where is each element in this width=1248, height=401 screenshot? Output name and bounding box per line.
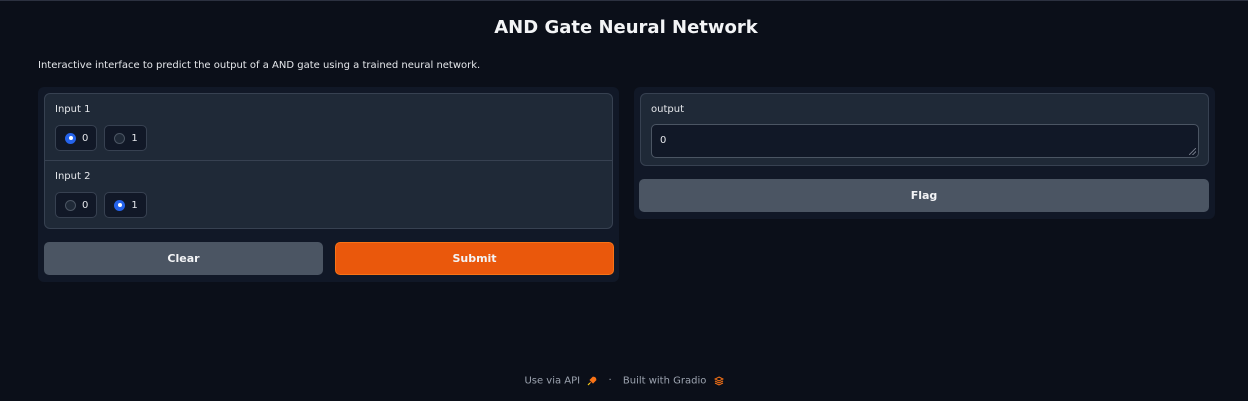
built-with-gradio-link[interactable]: Built with Gradio <box>622 375 724 387</box>
input1-option-0[interactable]: 0 <box>55 125 98 151</box>
page-description: Interactive interface to predict the out… <box>38 60 481 71</box>
radio-unchecked-icon <box>65 199 76 211</box>
output-block: output 0 <box>640 93 1209 166</box>
footer: Use via API · Built with Gradio <box>0 375 1248 387</box>
input2-label: Input 2 <box>55 171 91 182</box>
output-panel: output 0 Flag <box>634 87 1215 219</box>
inputs-block: Input 1 0 1 Input 2 0 1 <box>44 93 613 229</box>
rocket-icon <box>587 376 597 385</box>
page-title: AND Gate Neural Network <box>494 17 758 38</box>
radio-checked-icon <box>114 199 126 211</box>
divider <box>45 160 612 161</box>
resize-handle-icon[interactable] <box>1189 148 1196 155</box>
use-via-api-link[interactable]: Use via API <box>524 375 600 387</box>
flag-button[interactable]: Flag <box>639 179 1209 212</box>
input1-label: Input 1 <box>55 104 91 115</box>
input2-option-1[interactable]: 1 <box>104 192 147 218</box>
input1-option-0-label: 0 <box>82 132 89 144</box>
footer-separator: · <box>608 375 612 387</box>
built-with-gradio-text: Built with Gradio <box>622 375 707 386</box>
gradio-logo-icon <box>713 375 724 386</box>
output-textbox[interactable]: 0 <box>651 124 1199 158</box>
use-via-api-text: Use via API <box>524 375 581 386</box>
radio-unchecked-icon <box>114 132 126 144</box>
input2-option-0-label: 0 <box>82 199 89 211</box>
output-value: 0 <box>660 135 667 146</box>
input1-option-1[interactable]: 1 <box>104 125 147 151</box>
input-panel: Input 1 0 1 Input 2 0 1 Clear Submit <box>38 87 619 282</box>
clear-button[interactable]: Clear <box>44 242 323 275</box>
input1-radio-group: 0 1 <box>55 125 147 151</box>
input1-option-1-label: 1 <box>131 132 138 144</box>
input2-option-1-label: 1 <box>131 199 138 211</box>
radio-checked-icon <box>65 132 76 144</box>
submit-button[interactable]: Submit <box>335 242 614 275</box>
input2-option-0[interactable]: 0 <box>55 192 98 218</box>
input2-radio-group: 0 1 <box>55 192 147 218</box>
output-label: output <box>651 104 684 115</box>
